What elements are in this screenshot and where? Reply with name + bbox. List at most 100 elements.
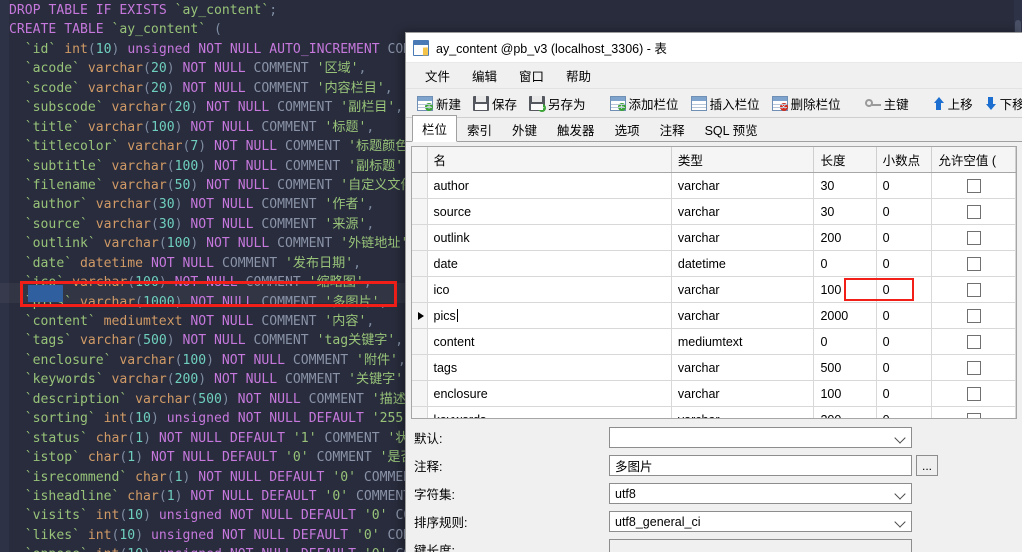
cell-field-name[interactable]: content — [427, 328, 672, 355]
cell-field-type[interactable]: varchar — [671, 198, 815, 225]
toolbar-delete-field[interactable]: × 删除栏位 — [767, 92, 846, 115]
row-indicator-cell[interactable] — [412, 276, 428, 303]
cell-field-type[interactable]: varchar — [671, 380, 815, 407]
cell-field-name[interactable]: date — [427, 250, 672, 277]
comment-input[interactable]: 多图片 — [609, 455, 912, 476]
column-header-type[interactable]: 类型 — [671, 147, 815, 173]
cell-field-decimals[interactable]: 0 — [876, 380, 933, 407]
row-indicator-cell[interactable] — [412, 198, 428, 225]
menu-edit[interactable]: 编辑 — [461, 63, 508, 88]
cell-field-name[interactable]: author — [427, 172, 672, 199]
nullable-checkbox[interactable] — [966, 282, 981, 297]
table-row[interactable]: date datetime 0 0 — [412, 250, 1016, 277]
table-row[interactable]: tags varchar 500 0 — [412, 354, 1016, 381]
cell-field-decimals[interactable]: 0 — [876, 224, 933, 251]
cell-field-type[interactable]: varchar — [671, 406, 815, 418]
cell-field-nullable[interactable] — [931, 198, 1016, 225]
cell-field-nullable[interactable] — [931, 172, 1016, 199]
nullable-checkbox[interactable] — [966, 230, 981, 245]
tab-options[interactable]: 选项 — [605, 116, 650, 142]
table-row[interactable]: keywordsvarchar2000 — [412, 406, 1016, 418]
column-header-nullable[interactable]: 允许空值 ( — [931, 147, 1016, 173]
cell-field-name[interactable]: tags — [427, 354, 672, 381]
toolbar-insert-field[interactable]: 插入栏位 — [686, 92, 765, 115]
cell-field-name[interactable]: pics — [427, 302, 672, 329]
row-indicator-cell[interactable] — [412, 406, 428, 418]
cell-field-name[interactable]: keywords — [427, 406, 672, 418]
tab-foreign-keys[interactable]: 外键 — [502, 116, 547, 142]
nullable-checkbox[interactable] — [966, 334, 981, 349]
cell-field-decimals[interactable]: 0 — [876, 250, 933, 277]
cell-field-length[interactable]: 30 — [813, 198, 877, 225]
row-indicator-cell[interactable] — [412, 354, 428, 381]
table-row[interactable]: outlink varchar 200 0 — [412, 224, 1016, 251]
toolbar-save[interactable]: 保存 — [468, 92, 522, 115]
cell-field-type[interactable]: mediumtext — [671, 328, 815, 355]
toolbar-add-field[interactable]: + 添加栏位 — [605, 92, 684, 115]
table-row[interactable]: source varchar 30 0 — [412, 198, 1016, 225]
row-indicator-cell[interactable] — [412, 380, 428, 407]
table-row[interactable]: ico varchar 100 0 — [412, 276, 1016, 303]
toolbar-primary-key[interactable]: 主键 — [860, 92, 914, 115]
tab-comment[interactable]: 注释 — [650, 116, 695, 142]
column-header-length[interactable]: 长度 — [813, 147, 877, 173]
row-indicator-cell[interactable] — [412, 250, 428, 277]
menu-window[interactable]: 窗口 — [508, 63, 555, 88]
menu-help[interactable]: 帮助 — [555, 63, 602, 88]
toolbar-new[interactable]: + 新建 — [412, 92, 466, 115]
cell-field-decimals[interactable]: 0 — [876, 354, 933, 381]
cell-field-decimals[interactable]: 0 — [876, 172, 933, 199]
cell-field-length[interactable]: 0 — [813, 250, 877, 277]
cell-field-type[interactable]: varchar — [671, 354, 815, 381]
cell-field-decimals[interactable]: 0 — [876, 276, 933, 303]
cell-field-nullable[interactable] — [931, 406, 1016, 418]
toolbar-move-up[interactable]: 上移 — [928, 92, 978, 115]
cell-field-type[interactable]: datetime — [671, 250, 815, 277]
collation-combobox[interactable]: utf8_general_ci — [609, 511, 912, 532]
row-indicator-cell[interactable] — [412, 328, 428, 355]
cell-field-name[interactable]: enclosure — [427, 380, 672, 407]
nullable-checkbox[interactable] — [966, 412, 981, 418]
cell-field-type[interactable]: varchar — [671, 302, 815, 329]
cell-field-decimals[interactable]: 0 — [876, 198, 933, 225]
table-row[interactable]: pics varchar 2000 0 — [412, 302, 1016, 329]
menu-file[interactable]: 文件 — [414, 63, 461, 88]
table-row[interactable]: content mediumtext 0 0 — [412, 328, 1016, 355]
default-value-combobox[interactable] — [609, 427, 912, 448]
tab-sql-preview[interactable]: SQL 预览 — [695, 116, 768, 142]
toolbar-move-down[interactable]: 下移 — [980, 92, 1022, 115]
table-row[interactable]: author varchar 30 0 — [412, 172, 1016, 199]
cell-field-nullable[interactable] — [931, 328, 1016, 355]
window-titlebar[interactable]: ay_content @pb_v3 (localhost_3306) - 表 — [406, 33, 1022, 63]
cell-field-length[interactable]: 30 — [813, 172, 877, 199]
comment-more-button[interactable]: ... — [916, 455, 938, 476]
toolbar-save-as[interactable]: + 另存为 — [524, 92, 591, 115]
cell-field-name[interactable]: ico — [427, 276, 672, 303]
tab-triggers[interactable]: 触发器 — [547, 116, 605, 142]
cell-field-nullable[interactable] — [931, 380, 1016, 407]
cell-field-decimals[interactable]: 0 — [876, 406, 933, 418]
cell-field-length[interactable]: 200 — [813, 224, 877, 251]
nullable-checkbox[interactable] — [966, 204, 981, 219]
cell-field-length[interactable]: 200 — [813, 406, 877, 418]
cell-field-nullable[interactable] — [931, 302, 1016, 329]
cell-field-nullable[interactable] — [931, 354, 1016, 381]
cell-field-nullable[interactable] — [931, 224, 1016, 251]
cell-field-decimals[interactable]: 0 — [876, 302, 933, 329]
cell-field-name[interactable]: outlink — [427, 224, 672, 251]
cell-field-length[interactable]: 2000 — [813, 302, 877, 329]
nullable-checkbox[interactable] — [966, 386, 981, 401]
sql-code-text[interactable]: DROP TABLE IF EXISTS `ay_content`; CREATE… — [9, 0, 422, 552]
cell-field-length[interactable]: 0 — [813, 328, 877, 355]
column-header-name[interactable]: 名 — [427, 147, 672, 173]
cell-field-type[interactable]: varchar — [671, 276, 815, 303]
cell-field-decimals[interactable]: 0 — [876, 328, 933, 355]
row-indicator-cell[interactable] — [412, 172, 428, 199]
column-header-decimals[interactable]: 小数点 — [876, 147, 933, 173]
table-row[interactable]: enclosure varchar 100 0 — [412, 380, 1016, 407]
cell-field-type[interactable]: varchar — [671, 224, 815, 251]
keylength-input[interactable] — [609, 539, 912, 552]
tab-indexes[interactable]: 索引 — [457, 116, 502, 142]
row-indicator-cell[interactable] — [412, 224, 428, 251]
cell-field-length[interactable]: 100 — [813, 380, 877, 407]
